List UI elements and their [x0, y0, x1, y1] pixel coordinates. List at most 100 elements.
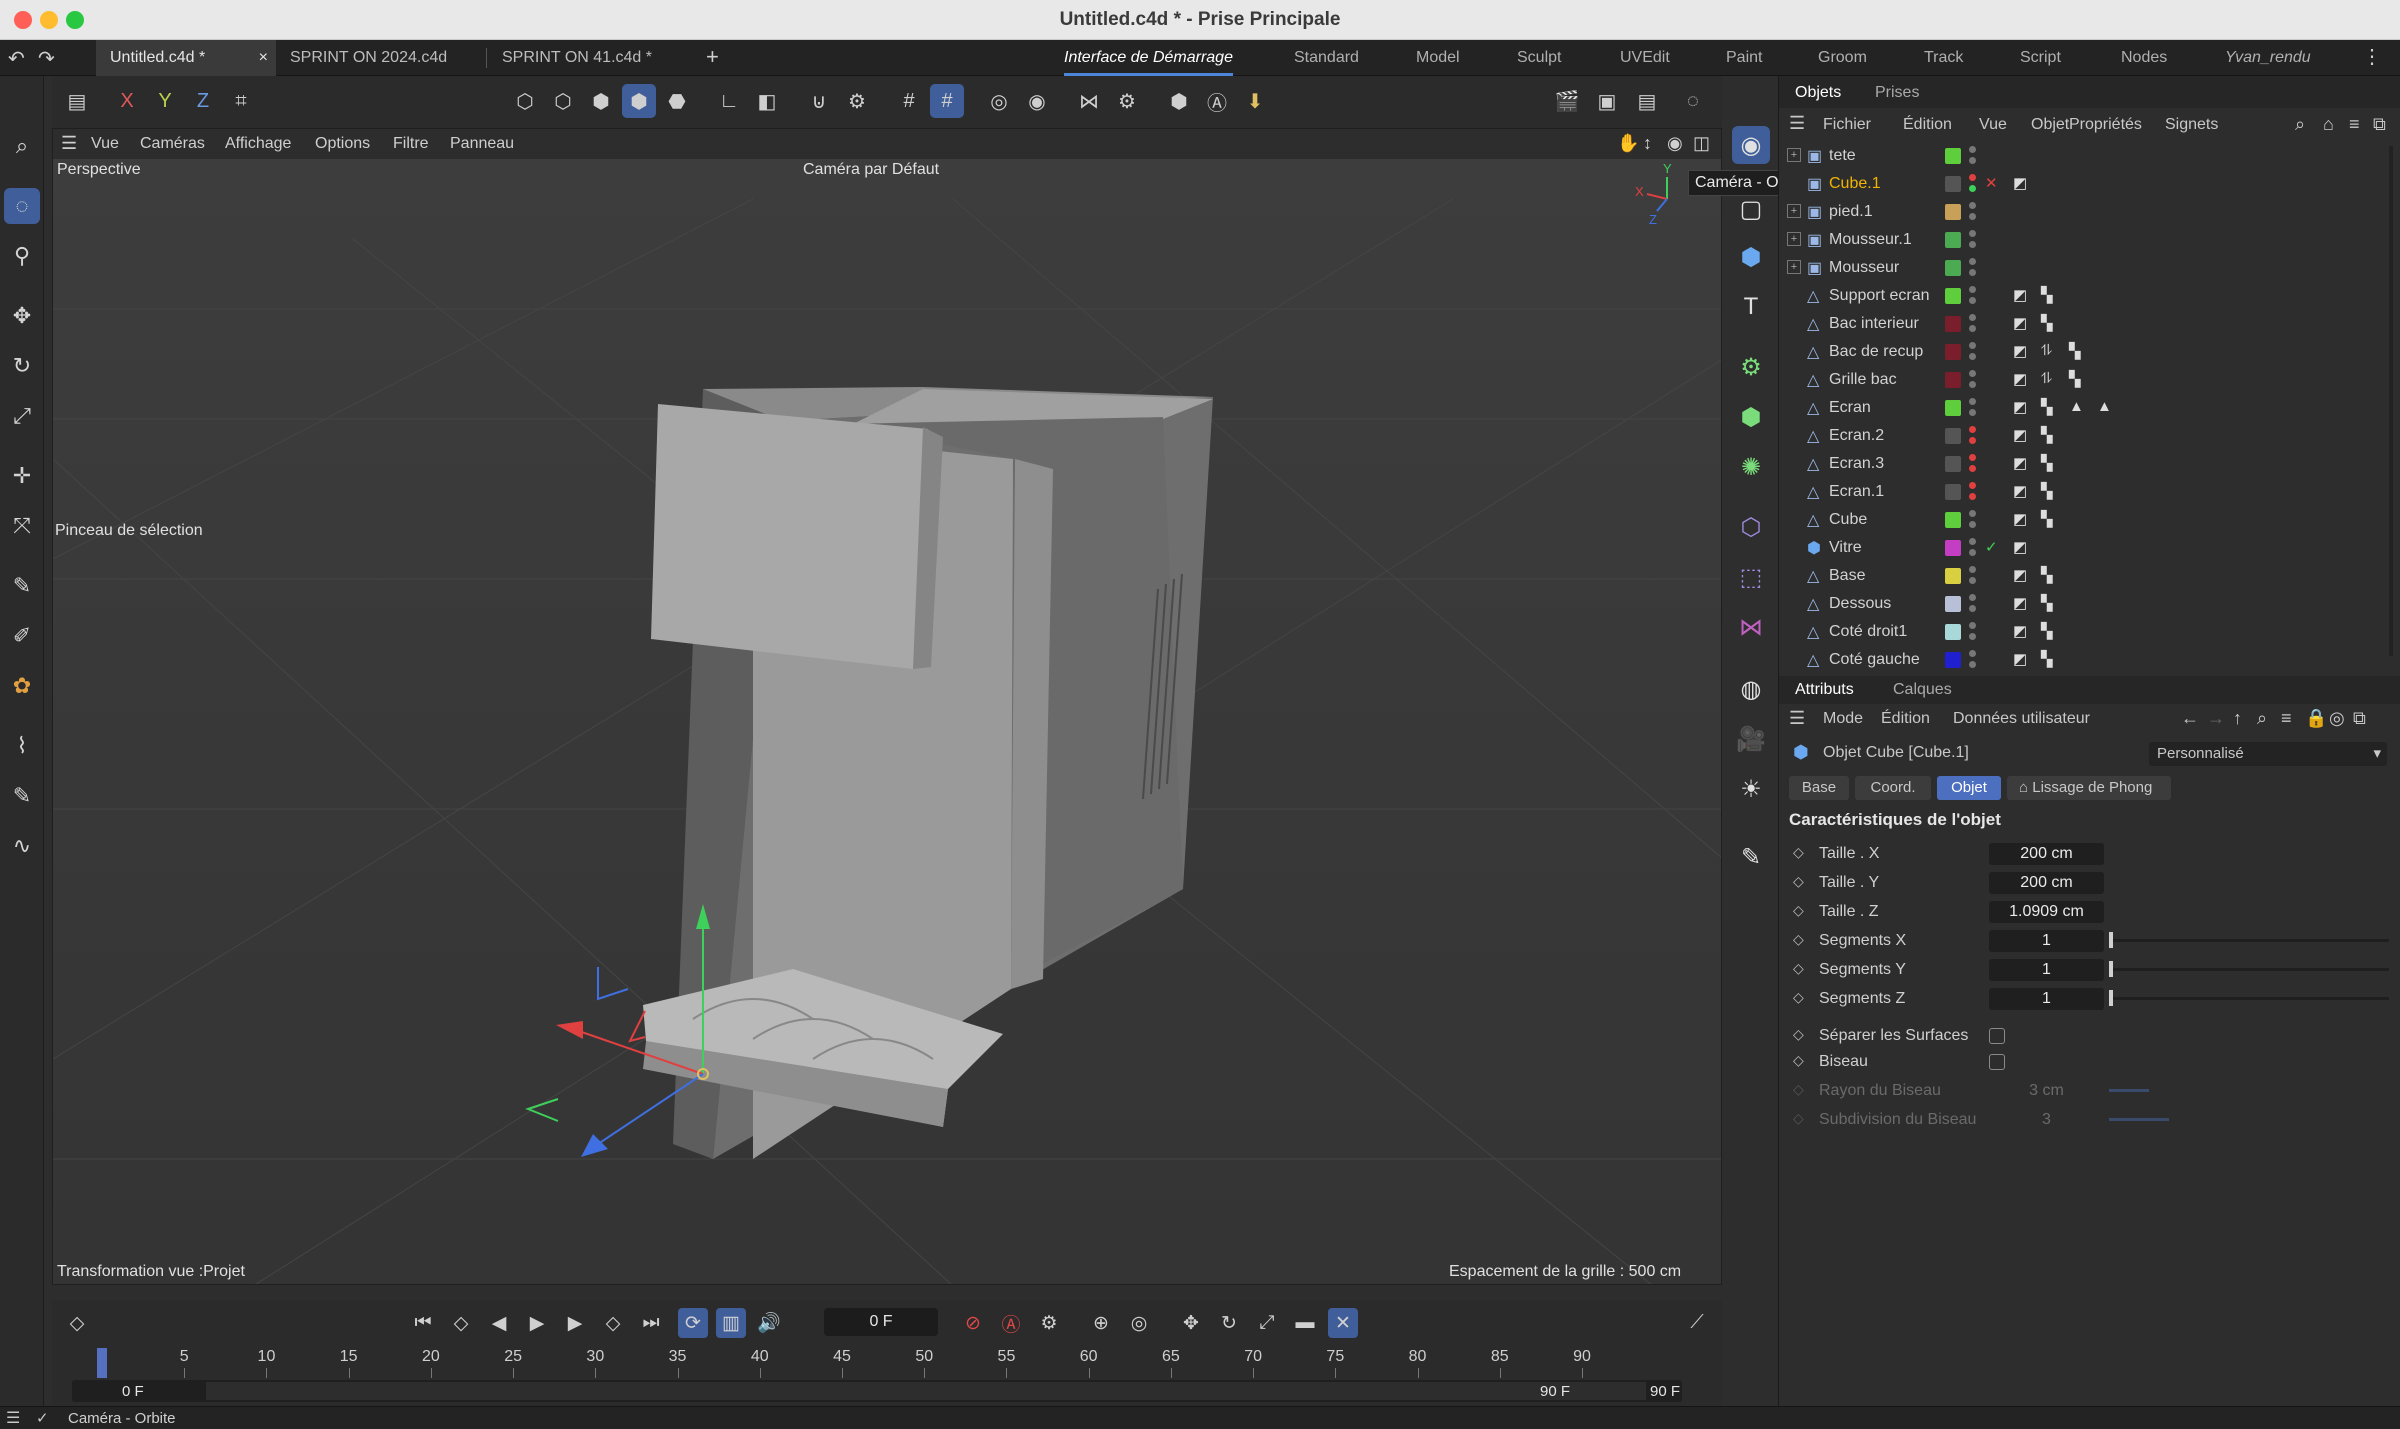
expand-icon[interactable]: +	[1787, 204, 1801, 218]
keyframe-diamond-icon[interactable]: ◇	[1793, 1052, 1804, 1069]
layer-color-swatch[interactable]	[1945, 260, 1961, 276]
texture-mode-icon[interactable]: ⬣	[660, 84, 694, 118]
bevel-checkbox[interactable]	[1989, 1054, 2005, 1070]
material-tag-icon[interactable]: ▚	[2041, 622, 2053, 640]
next-frame-icon[interactable]: ▶	[560, 1308, 590, 1338]
display-tag-icon[interactable]: ◩	[2013, 622, 2027, 640]
menu-vue[interactable]: Vue	[1979, 116, 2007, 134]
display-tag-icon[interactable]: ◩	[2013, 174, 2027, 192]
viewport-menu-vue[interactable]: Vue	[91, 135, 119, 153]
size-z-field[interactable]: 1.0909 cm	[1989, 901, 2104, 923]
more-options-icon[interactable]: ⋮	[2362, 44, 2382, 69]
render-visibility-dot[interactable]	[1969, 493, 1976, 500]
editor-visibility-dot[interactable]	[1969, 510, 1976, 517]
key-settings-icon[interactable]: ⚙	[1034, 1308, 1064, 1338]
layout-tab-yvan-rendu[interactable]: Yvan_rendu	[2225, 40, 2311, 76]
key-position-icon[interactable]: ⊕	[1086, 1308, 1116, 1338]
layer-color-swatch[interactable]	[1945, 344, 1961, 360]
display-tag-icon[interactable]: ◩	[2013, 454, 2027, 472]
preset-dropdown[interactable]: Personnalisé ▾	[2149, 742, 2387, 766]
editor-visibility-dot[interactable]	[1969, 146, 1976, 153]
editor-visibility-dot[interactable]	[1969, 202, 1976, 209]
tab-prises[interactable]: Prises	[1875, 84, 1919, 102]
keyframe-diamond-icon[interactable]: ◇	[1793, 989, 1804, 1006]
editor-visibility-dot[interactable]	[1969, 426, 1976, 433]
3d-viewport[interactable]: ☰ Vue Caméras Affichage Options Filtre P…	[52, 128, 1722, 1285]
menu-edition[interactable]: Édition	[1903, 116, 1952, 134]
list-item[interactable]: △ Bac de recup ◩ ⥮ ▚	[1779, 338, 2389, 366]
display-tag-icon[interactable]: ◩	[2013, 286, 2027, 304]
camera-orbit-icon[interactable]: ◉	[1732, 126, 1770, 164]
display-tag-icon[interactable]: ◩	[2013, 566, 2027, 584]
subtab-coord[interactable]: Coord.	[1855, 776, 1931, 800]
layer-color-swatch[interactable]	[1945, 428, 1961, 444]
search-icon[interactable]: ⌕	[4, 128, 40, 164]
keyframe-diamond-icon[interactable]: ◇	[1793, 1026, 1804, 1043]
list-item[interactable]: + ▣ pied.1	[1779, 198, 2389, 226]
tab-calques[interactable]: Calques	[1893, 681, 1952, 699]
list-item[interactable]: △ Bac interieur ◩ ▚	[1779, 310, 2389, 338]
material-tag-icon[interactable]: ▚	[2041, 426, 2053, 444]
import-icon[interactable]: ⬇	[1238, 84, 1272, 118]
scale-icon[interactable]: ⤢	[4, 398, 40, 434]
segments-y-slider[interactable]	[2109, 968, 2389, 971]
segments-y-field[interactable]: 1	[1989, 959, 2104, 981]
layout-tab-demarrage[interactable]: Interface de Démarrage	[1064, 40, 1233, 76]
hamburger-menu-icon[interactable]: ☰	[6, 1408, 20, 1428]
layer-color-swatch[interactable]	[1945, 568, 1961, 584]
file-tab-sprint-41[interactable]: SPRINT ON 41.c4d *	[488, 40, 688, 76]
list-item-selected[interactable]: ▣ Cube.1 ✕ ◩	[1779, 170, 2389, 198]
back-arrow-icon[interactable]: ←	[2181, 708, 2199, 729]
filter-icon[interactable]: ≡	[2281, 708, 2292, 729]
material-tag-icon[interactable]: ▚	[2041, 398, 2053, 416]
enabled-check-icon[interactable]: ✓	[1985, 538, 1998, 556]
display-tag-icon[interactable]: ◩	[2013, 314, 2027, 332]
range-start-a[interactable]: 0 F	[122, 1383, 144, 1400]
orbit-icon[interactable]: ◉	[1667, 133, 1683, 154]
axis-z-toggle[interactable]: Z	[186, 84, 220, 118]
display-tag-icon[interactable]: ◩	[2013, 594, 2027, 612]
render-region-icon[interactable]: ◎	[982, 84, 1016, 118]
play-icon[interactable]: ▶	[522, 1308, 552, 1338]
material-tag-icon[interactable]: ▚	[2041, 566, 2053, 584]
filter-icon[interactable]: ≡	[2349, 114, 2360, 135]
list-item[interactable]: △ Coté droit1 ◩ ▚	[1779, 618, 2389, 646]
volume-icon[interactable]: ⋈	[1732, 608, 1770, 646]
menu-fichier[interactable]: Fichier	[1823, 116, 1871, 134]
editor-visibility-dot[interactable]	[1969, 230, 1976, 237]
segments-x-slider[interactable]	[2109, 939, 2389, 942]
layout-tab-model[interactable]: Model	[1416, 40, 1460, 76]
layout-tab-groom[interactable]: Groom	[1818, 40, 1867, 76]
points-mode-icon[interactable]: ⬡	[508, 84, 542, 118]
viewport-canvas[interactable]: Y X Z	[53, 159, 1721, 1284]
layout-tab-paint[interactable]: Paint	[1726, 40, 1762, 76]
field-icon[interactable]: ⬚	[1732, 558, 1770, 596]
object-manager-icon[interactable]: ▤	[60, 84, 94, 118]
editor-visibility-dot[interactable]	[1969, 370, 1976, 377]
forward-arrow-icon[interactable]: →	[2207, 708, 2225, 729]
brush-icon[interactable]: ⌇	[4, 728, 40, 764]
render-visibility-dot[interactable]	[1969, 633, 1976, 640]
triangle-tag-icon[interactable]: ▲	[2069, 398, 2084, 415]
rotate-icon[interactable]: ↻	[4, 348, 40, 384]
list-item[interactable]: △ Dessous ◩ ▚	[1779, 590, 2389, 618]
editor-visibility-dot[interactable]	[1969, 482, 1976, 489]
list-item[interactable]: ⬢ Vitre ✓ ◩	[1779, 534, 2389, 562]
pen-tool-icon[interactable]: ✎	[4, 568, 40, 604]
render-picture-viewer-icon[interactable]: ▣	[1590, 84, 1624, 118]
render-visibility-dot[interactable]	[1969, 521, 1976, 528]
editor-visibility-dot[interactable]	[1969, 258, 1976, 265]
list-item[interactable]: △ Cube ◩ ▚	[1779, 506, 2389, 534]
close-tab-icon[interactable]: ×	[259, 40, 268, 76]
select-tools-icon[interactable]: ⚲	[4, 238, 40, 274]
auto-key-icon[interactable]: Ⓐ	[996, 1308, 1026, 1338]
fcurve-icon[interactable]: ⟋	[1682, 1308, 1712, 1338]
separate-surfaces-checkbox[interactable]	[1989, 1028, 2005, 1044]
live-selection-icon[interactable]: ◌	[4, 188, 40, 224]
solo-icon[interactable]: ◧	[750, 84, 784, 118]
size-y-field[interactable]: 200 cm	[1989, 872, 2104, 894]
layout-tab-nodes[interactable]: Nodes	[2121, 40, 2167, 76]
timeline-ruler[interactable]: 051015202530354045505560657075808590	[72, 1348, 1682, 1378]
layout-tab-standard[interactable]: Standard	[1294, 40, 1359, 76]
next-key-icon[interactable]: ◇	[598, 1308, 628, 1338]
